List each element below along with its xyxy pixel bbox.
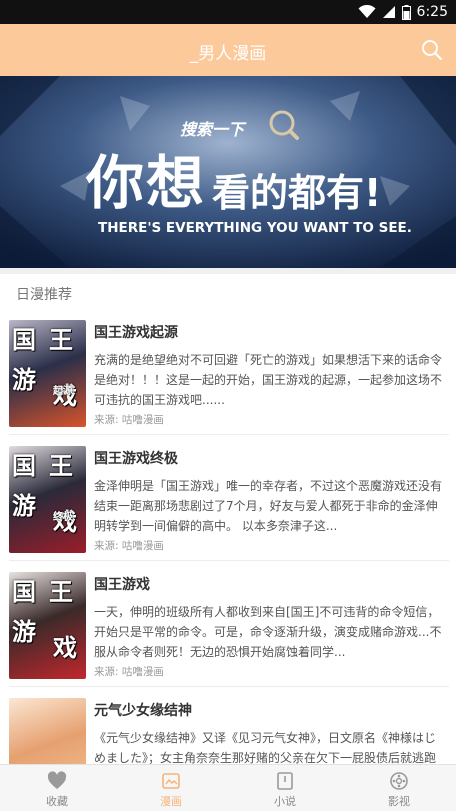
comic-title: 国王游戏起源 (94, 325, 178, 341)
cover-title-char: 王 (49, 326, 73, 354)
tab-label: 影视 (388, 795, 410, 808)
wifi-icon (358, 5, 376, 18)
list-item[interactable]: 国王游戏起源 国王游戏起源 充满的是绝望绝对不可回避「死亡的游戏」如果想活下来的话命… (0, 312, 456, 436)
signal-icon (382, 6, 395, 18)
battery-icon (401, 4, 411, 20)
book-icon (277, 772, 293, 790)
comic-description: 金泽伸明是「国王游戏」唯一的幸存者，不过这个恶魔游戏还没有结束一距离那场悲剧过了… (94, 479, 442, 533)
comic-description: 一天，伸明的班级所有人都收到来自[国王]不可违背的命令短信，开始只是平常的命令。… (94, 605, 442, 659)
comic-cover-image: 国王游戏起源 (9, 320, 86, 427)
app-bar: _男人漫画 (0, 24, 456, 76)
cover-title-char: 游 (12, 492, 36, 520)
comic-cover-image: 国王游戏终极 (9, 446, 86, 553)
banner-subtitle: THERE'S EVERYTHING YOU WANT TO SEE. (98, 220, 412, 236)
list-item[interactable]: 国王游戏终极 国王游戏终极 金泽伸明是「国王游戏」唯一的幸存者，不过这个恶魔游戏还没… (0, 438, 456, 562)
comic-source: 来源: 咕噜漫画 (94, 666, 164, 678)
cover-title-char: 游 (12, 366, 36, 394)
comic-title: 国王游戏终极 (94, 451, 178, 467)
tab-comics[interactable]: 漫画 (114, 765, 228, 811)
cover-subtitle: 起源 (53, 386, 73, 397)
list-divider (9, 686, 449, 687)
comic-cover-image: 国王游戏 (9, 572, 86, 679)
tab-label: 漫画 (160, 795, 182, 808)
comic-title: 元气少女缘结神 (94, 703, 192, 719)
tab-videos[interactable]: 影视 (342, 765, 456, 811)
search-icon[interactable] (420, 38, 444, 62)
cover-title-char: 王 (49, 452, 73, 480)
comic-title: 国王游戏 (94, 577, 150, 593)
comic-source: 来源: 咕噜漫画 (94, 540, 164, 552)
tab-novels[interactable]: 小说 (228, 765, 342, 811)
cover-title-char: 国 (12, 452, 36, 480)
app-title: _男人漫画 (189, 44, 267, 64)
tab-favorites[interactable]: 收藏 (0, 765, 114, 811)
list-divider (9, 560, 449, 561)
list-item[interactable]: 国王游戏国王游戏 一天，伸明的班级所有人都收到来自[国王]不可违背的命令短信，开始… (0, 564, 456, 688)
list-divider (9, 434, 449, 435)
section-spacer (0, 268, 456, 274)
heart-icon (47, 771, 67, 789)
promo-banner[interactable]: 搜索一下 你想 看的都有! THERE'S EVERYTHING YOU WAN… (0, 76, 456, 268)
comic-description: 充满的是绝望绝对不可回避「死亡的游戏」如果想活下来的话命令是绝对！！！这是一起的… (94, 353, 442, 407)
cover-title-char: 王 (49, 578, 73, 606)
cover-title-char: 戏 (53, 634, 77, 662)
cover-title-char: 国 (12, 326, 36, 354)
cover-title-char: 游 (12, 618, 36, 646)
status-time: 6:25 (416, 4, 448, 20)
film-icon (390, 772, 408, 790)
banner-headline-big: 你想 (86, 149, 207, 217)
tab-label: 收藏 (46, 795, 68, 808)
bottom-tab-bar: 收藏 漫画 小说 影视 (0, 764, 456, 811)
section-title: 日漫推荐 (16, 287, 72, 303)
status-bar: 6:25 (0, 0, 456, 24)
cover-title-char: 国 (12, 578, 36, 606)
comic-icon (162, 773, 180, 789)
comic-source: 来源: 咕噜漫画 (94, 414, 164, 426)
banner-headline-small: 看的都有! (212, 171, 382, 215)
tab-label: 小说 (274, 795, 296, 808)
cover-subtitle: 终极 (53, 512, 73, 523)
